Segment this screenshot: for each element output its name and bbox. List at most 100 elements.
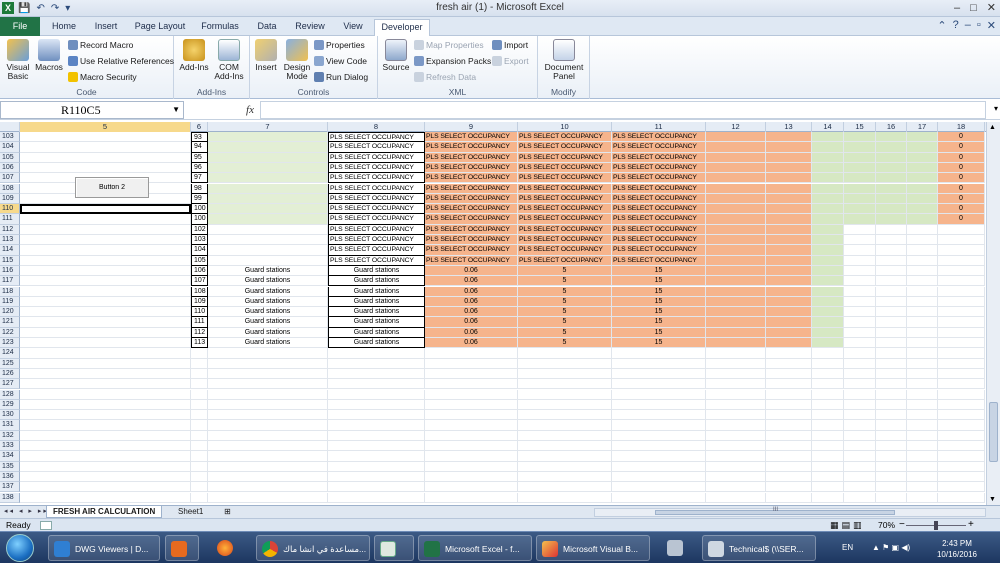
cell[interactable] bbox=[612, 471, 706, 483]
cell[interactable] bbox=[844, 420, 876, 431]
cell[interactable]: PLS SELECT OCCUPANCY bbox=[612, 132, 706, 143]
cell[interactable] bbox=[844, 307, 876, 318]
expand-formula-bar-icon[interactable]: ▾ bbox=[994, 104, 998, 113]
cell[interactable] bbox=[328, 348, 425, 359]
cell[interactable]: Guard stations bbox=[208, 276, 328, 287]
cell[interactable] bbox=[20, 152, 191, 163]
cell[interactable] bbox=[328, 379, 425, 390]
cell[interactable] bbox=[518, 461, 612, 472]
cell[interactable] bbox=[20, 389, 191, 400]
cell[interactable] bbox=[844, 327, 876, 338]
row-header[interactable]: 103 bbox=[0, 132, 20, 143]
horizontal-scrollbar[interactable]: III bbox=[594, 507, 986, 517]
cell[interactable] bbox=[907, 204, 938, 215]
row-header[interactable]: 123 bbox=[0, 338, 20, 349]
view-buttons[interactable]: ▦▤▥ bbox=[830, 520, 865, 531]
cell[interactable]: PLS SELECT OCCUPANCY bbox=[518, 193, 612, 205]
cell[interactable] bbox=[907, 235, 938, 246]
cell[interactable] bbox=[208, 348, 328, 359]
cell[interactable] bbox=[706, 255, 766, 266]
row-header[interactable]: 122 bbox=[0, 327, 20, 338]
cell[interactable] bbox=[706, 193, 766, 205]
export-button[interactable]: Export bbox=[492, 55, 529, 67]
cell[interactable] bbox=[20, 235, 191, 246]
cell[interactable] bbox=[612, 451, 706, 462]
source-button[interactable]: Source bbox=[382, 39, 410, 72]
taskbar-excel[interactable]: Microsoft Excel - f... bbox=[418, 535, 532, 561]
cell[interactable] bbox=[844, 245, 876, 256]
cell[interactable] bbox=[706, 307, 766, 318]
cell[interactable] bbox=[907, 348, 938, 359]
cell[interactable] bbox=[612, 420, 706, 431]
cell[interactable] bbox=[208, 399, 328, 411]
cell[interactable]: 108 bbox=[191, 286, 208, 297]
cell[interactable] bbox=[706, 492, 766, 503]
cell[interactable] bbox=[706, 451, 766, 462]
cell[interactable] bbox=[876, 420, 907, 431]
cell[interactable] bbox=[907, 410, 938, 421]
cell[interactable]: PLS SELECT OCCUPANCY bbox=[425, 255, 518, 266]
cell[interactable] bbox=[208, 193, 328, 205]
start-button[interactable] bbox=[6, 534, 34, 562]
cell[interactable] bbox=[20, 296, 191, 308]
cell[interactable] bbox=[208, 389, 328, 400]
cell[interactable] bbox=[766, 348, 812, 359]
cell[interactable] bbox=[907, 420, 938, 431]
tab-developer[interactable]: Developer bbox=[374, 19, 430, 36]
cell[interactable] bbox=[812, 348, 844, 359]
cell[interactable] bbox=[938, 245, 985, 256]
cell[interactable] bbox=[766, 471, 812, 483]
row-header[interactable]: 126 bbox=[0, 368, 20, 380]
cell[interactable] bbox=[844, 173, 876, 184]
cell[interactable] bbox=[20, 224, 191, 235]
cell[interactable] bbox=[876, 173, 907, 184]
cell[interactable] bbox=[706, 410, 766, 421]
cell[interactable] bbox=[876, 255, 907, 266]
column-header[interactable]: 14 bbox=[812, 122, 844, 132]
tab-view[interactable]: View bbox=[338, 19, 368, 36]
cell[interactable] bbox=[812, 368, 844, 380]
button-2[interactable]: Button 2 bbox=[75, 177, 149, 198]
taskbar-autocad[interactable] bbox=[374, 535, 414, 561]
cell[interactable] bbox=[766, 183, 812, 194]
cell[interactable]: 0.06 bbox=[425, 296, 518, 308]
cell[interactable] bbox=[876, 235, 907, 246]
add-ins-button[interactable]: Add-Ins bbox=[178, 39, 210, 72]
cell[interactable]: PLS SELECT OCCUPANCY bbox=[328, 193, 425, 205]
cell[interactable]: 100 bbox=[191, 204, 208, 215]
column-header[interactable]: 7 bbox=[208, 122, 328, 132]
cell[interactable] bbox=[812, 461, 844, 472]
cell[interactable] bbox=[208, 430, 328, 441]
cell[interactable] bbox=[907, 255, 938, 266]
cell[interactable] bbox=[876, 317, 907, 328]
cell[interactable] bbox=[191, 461, 208, 472]
cell[interactable]: 99 bbox=[191, 193, 208, 205]
column-header[interactable]: 13 bbox=[766, 122, 812, 132]
cell[interactable] bbox=[706, 482, 766, 493]
cell[interactable]: 0.06 bbox=[425, 327, 518, 338]
cell[interactable] bbox=[938, 410, 985, 421]
cell[interactable] bbox=[208, 255, 328, 266]
taskbar-media-player[interactable] bbox=[165, 535, 199, 561]
cell[interactable] bbox=[938, 399, 985, 411]
doc-restore-icon[interactable]: ▫ bbox=[977, 19, 981, 32]
tab-page-layout[interactable]: Page Layout bbox=[130, 19, 190, 36]
active-cell[interactable] bbox=[20, 204, 191, 215]
cell[interactable] bbox=[844, 430, 876, 441]
cell[interactable] bbox=[208, 183, 328, 194]
cell[interactable]: 0.06 bbox=[425, 317, 518, 328]
cell[interactable] bbox=[812, 492, 844, 503]
cell[interactable] bbox=[844, 358, 876, 369]
column-header[interactable]: 8 bbox=[328, 122, 425, 132]
cell[interactable] bbox=[844, 204, 876, 215]
cell[interactable]: 5 bbox=[518, 338, 612, 349]
row-header[interactable]: 125 bbox=[0, 358, 20, 369]
column-header[interactable]: 9 bbox=[425, 122, 518, 132]
cell[interactable] bbox=[612, 441, 706, 452]
cell[interactable] bbox=[812, 214, 844, 225]
cell[interactable] bbox=[328, 492, 425, 503]
row-header[interactable]: 105 bbox=[0, 152, 20, 163]
cell[interactable] bbox=[328, 441, 425, 452]
cell[interactable] bbox=[328, 471, 425, 483]
cell[interactable] bbox=[876, 204, 907, 215]
